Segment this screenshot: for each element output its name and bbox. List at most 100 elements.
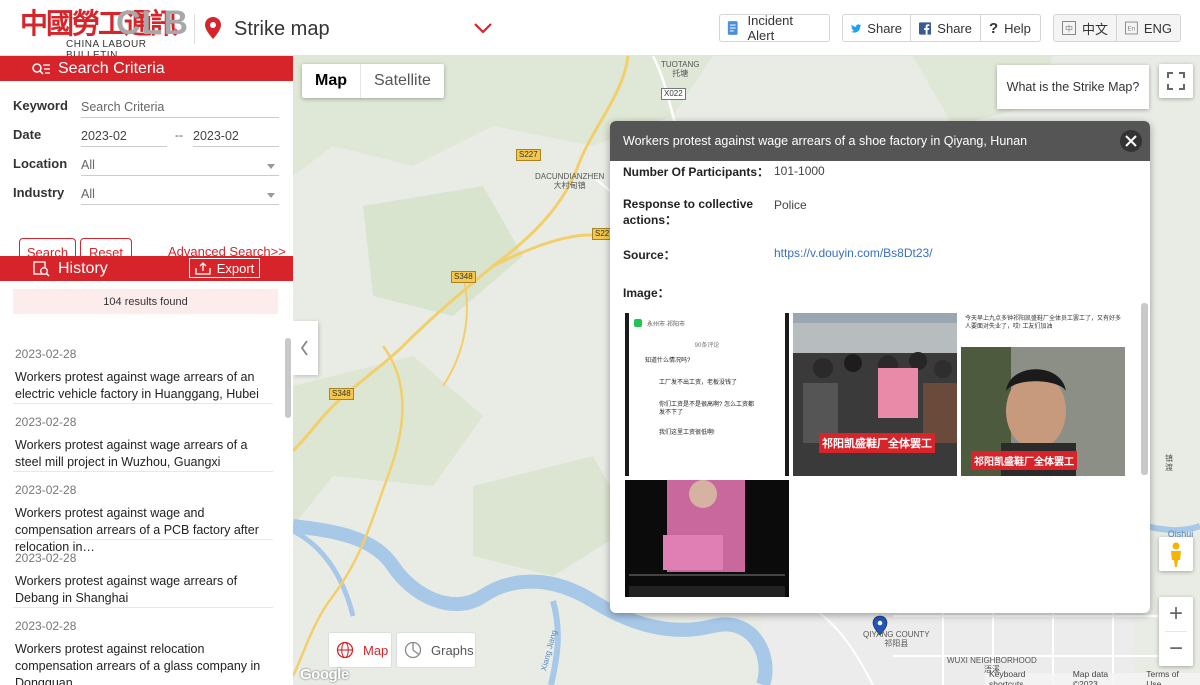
thumb1-line: 我们这里工资很低啊! [659, 430, 715, 436]
search-criteria-title: Search Criteria [58, 59, 165, 77]
zoom-control: + − [1159, 597, 1193, 666]
zoom-in-button[interactable]: + [1159, 597, 1193, 631]
date-from-input[interactable]: 2023-02 [81, 125, 167, 147]
response-value: Police [774, 198, 807, 212]
map-label-right-cn: 镇 渡 [1165, 454, 1173, 472]
industry-value: All [81, 187, 95, 201]
road-shield-x022: X022 [661, 88, 686, 100]
date-separator: -- [175, 128, 183, 142]
export-button[interactable]: Export [189, 258, 260, 278]
incident-image-3[interactable]: 今天早上九点多钟祁阳凯盛鞋厂全体员工罢工了，又有好多人要面对失业了，哎! 工友们… [961, 313, 1125, 476]
bottom-map-button[interactable]: Map [328, 632, 392, 668]
location-label: Location [13, 156, 68, 171]
map-attribution: Keyboard shortcuts Map data ©2023 Terms … [985, 669, 1200, 685]
keyboard-shortcuts-link[interactable]: Keyboard shortcuts [989, 669, 1062, 685]
item-title: Workers protest against wage arrears of … [15, 438, 248, 469]
history-bar: History Export [0, 256, 293, 281]
dropdown-arrow-icon [267, 164, 275, 169]
item-date: 2023-02-28 [15, 619, 77, 633]
map-type-map[interactable]: Map [302, 64, 361, 98]
help-button[interactable]: ? Help [981, 15, 1040, 41]
street-view-button[interactable] [1159, 537, 1193, 571]
thumb1-line: 工厂发不出工资，老板没钱了 [659, 380, 738, 386]
participants-label: Number Of Participants： [623, 165, 770, 179]
fullscreen-icon [1167, 72, 1185, 90]
question-icon: ? [989, 19, 999, 37]
map-label-tuotang: TUOTANG 托塘 [661, 60, 700, 78]
sidebar-scrollbar[interactable] [285, 338, 291, 418]
lang-en-label: ENG [1143, 20, 1172, 36]
item-date: 2023-02-28 [15, 347, 77, 361]
close-icon [1125, 135, 1137, 147]
item-date: 2023-02-28 [15, 415, 77, 429]
source-link[interactable]: https://v.douyin.com/Bs8Dt23/ [774, 246, 933, 260]
fullscreen-button[interactable] [1159, 64, 1193, 98]
item-title: Workers protest against wage arrears of … [15, 574, 238, 605]
chevron-left-icon [300, 340, 308, 356]
industry-row: Industry All [13, 180, 280, 209]
bottom-map-label: Map [363, 642, 389, 658]
list-item[interactable]: 2023-02-28 Workers protest against wage … [13, 404, 273, 472]
dropdown-arrow-icon [267, 193, 275, 198]
map-label-dacun: DACUNDIANZHEN 大村甸镇 [535, 172, 605, 190]
map-label-qiyang: QIYANG COUNTY 祁阳县 [863, 630, 930, 648]
pie-chart-icon [404, 641, 422, 659]
map-pin-icon [205, 17, 221, 39]
industry-select[interactable]: All [81, 183, 279, 205]
share-help-group: Share Share ? Help [842, 14, 1041, 42]
keyword-label: Keyword [13, 98, 68, 113]
list-item[interactable]: 2023-02-28 Workers protest against reloc… [13, 608, 273, 685]
page-title: Strike map [234, 18, 330, 40]
incident-image-1[interactable]: 永州市·祁阳市 90条评论 知道什么情况吗? 工厂发不出工资，老板没钱了 你们工… [625, 313, 789, 476]
twitter-share-button[interactable]: Share [843, 15, 911, 41]
keyword-input[interactable]: Search Criteria [81, 96, 279, 118]
facebook-share-button[interactable]: Share [911, 15, 981, 41]
close-button[interactable] [1120, 130, 1142, 152]
map-data-text: Map data ©2023 [1072, 669, 1109, 685]
search-criteria-bar[interactable]: Search Criteria [0, 56, 293, 81]
item-date: 2023-02-28 [15, 483, 77, 497]
info-window-scrollbar[interactable] [1141, 303, 1148, 475]
map-type-satellite[interactable]: Satellite [361, 64, 444, 98]
results-count: 104 results found [13, 289, 278, 314]
map-type-control: Map Satellite [302, 64, 444, 98]
header: 中國勞工通訊 CLB CHINA LABOUR BULLETIN Strike … [0, 0, 1200, 61]
location-select[interactable]: All [81, 154, 279, 176]
road-shield-s227: S227 [516, 149, 541, 161]
road-shield-s348: S348 [451, 271, 476, 283]
collapse-sidebar-button[interactable] [293, 321, 318, 375]
lang-en-button[interactable]: En ENG [1117, 15, 1180, 41]
globe-icon [336, 641, 354, 659]
thumb1-header: 永州市·祁阳市 [647, 322, 685, 328]
twitter-icon [851, 23, 862, 33]
lang-cn-button[interactable]: 中 中文 [1054, 15, 1117, 41]
export-icon [195, 261, 211, 275]
what-is-strike-map-button[interactable]: What is the Strike Map? [997, 65, 1149, 109]
incident-alert-button[interactable]: Incident Alert [719, 13, 830, 43]
incident-image-2[interactable]: 祁阳凯盛鞋厂全体罢工 [793, 313, 957, 476]
terms-link[interactable]: Terms of Use [1146, 669, 1196, 685]
location-value: All [81, 158, 95, 172]
chevron-down-icon[interactable] [473, 19, 493, 37]
clb-logo[interactable]: 中國勞工通訊 CLB CHINA LABOUR BULLETIN [20, 5, 188, 61]
list-item[interactable]: 2023-02-28 Workers protest against wage … [13, 336, 273, 404]
google-logo[interactable]: Google [300, 666, 349, 683]
item-title: Workers protest against wage arrears of … [15, 370, 259, 401]
incident-image-4[interactable] [625, 480, 789, 597]
facebook-icon [919, 21, 932, 35]
zoom-out-button[interactable]: − [1159, 632, 1193, 666]
thumb2-banner: 祁阳凯盛鞋厂全体罢工 [819, 433, 935, 453]
date-label: Date [13, 127, 42, 142]
bottom-graphs-button[interactable]: Graphs [396, 632, 476, 668]
facebook-share-label: Share [937, 20, 972, 36]
thumb1-line: 你们工资是不是很高啊? 怎么工资都发不下了 [659, 402, 755, 416]
date-to-input[interactable]: 2023-02 [193, 125, 279, 147]
svg-text:En: En [1127, 25, 1135, 33]
list-item[interactable]: 2023-02-28 Workers protest against wage … [13, 472, 273, 554]
bottom-graphs-label: Graphs [431, 642, 474, 658]
svg-text:中: 中 [1065, 24, 1073, 34]
header-divider [194, 14, 195, 44]
incident-info-window: Workers protest against wage arrears of … [610, 121, 1150, 613]
industry-label: Industry [13, 185, 65, 200]
list-item[interactable]: 2023-02-28 Workers protest against wage … [13, 540, 273, 608]
